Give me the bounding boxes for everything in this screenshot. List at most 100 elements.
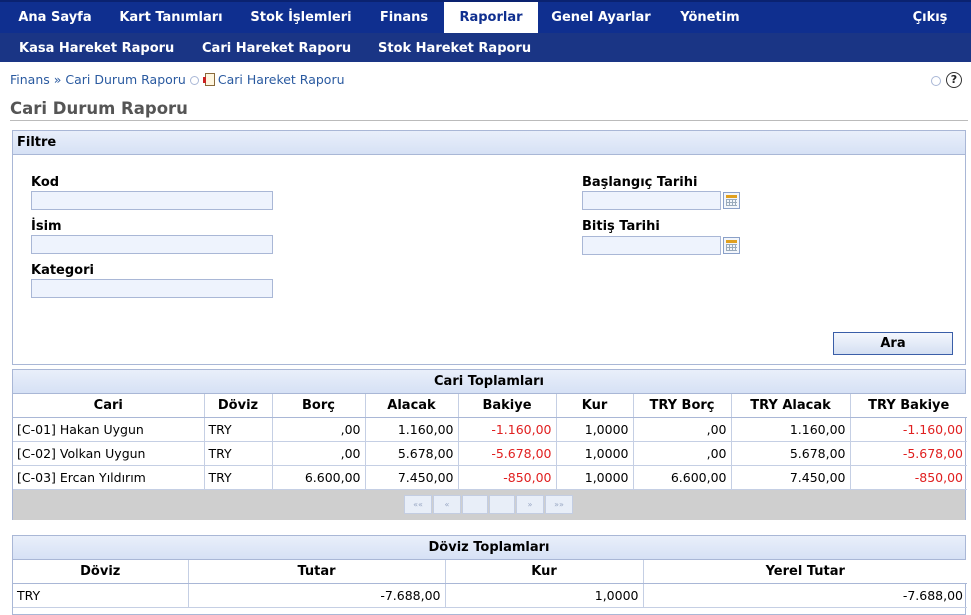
kategori-label: Kategori [31,263,94,278]
kur-cell: 1,0000 [445,583,644,608]
breadcrumb-finans[interactable]: Finans [10,72,50,87]
kur-cell: 1,0000 [556,417,634,442]
column-header[interactable]: Tutar [188,560,446,584]
calendar-icon[interactable] [723,237,740,254]
try-borc-cell: ,00 [633,441,732,466]
bitis-tarihi-input[interactable] [582,236,721,255]
column-header[interactable]: TRY Bakiye [850,394,967,418]
doviz-cell: TRY [204,441,273,466]
nav-cikis[interactable]: Çıkış [902,2,958,33]
column-header[interactable]: Cari [13,394,205,418]
column-header[interactable]: TRY Borç [633,394,732,418]
table-row[interactable]: [C-01] Hakan Uygun TRY ,00 1.160,00 -1.1… [13,417,967,442]
bitis-tarihi-label: Bitiş Tarihi [582,219,660,234]
borc-cell: 6.600,00 [272,465,366,490]
nav-raporlar[interactable]: Raporlar [444,2,538,33]
alacak-cell: 5.678,00 [365,441,459,466]
subnav-kasa-hareket-raporu[interactable]: Kasa Hareket Raporu [19,33,174,62]
column-header[interactable]: Bakiye [458,394,557,418]
page-count-field [489,494,515,514]
cari-cell: [C-02] Volkan Uygun [13,441,205,466]
calendar-icon[interactable] [723,192,740,209]
circle-icon [189,76,199,85]
kod-input[interactable] [31,191,273,210]
try-bakiye-cell: -1.160,00 [850,417,967,442]
help-icon[interactable]: ? [946,72,962,88]
isim-label: İsim [31,219,62,234]
doviz-toplamlari-table: Döviz Tutar Kur Yerel Tutar TRY -7.688,0… [13,560,967,608]
kur-cell: 1,0000 [556,465,634,490]
nav-genel-ayarlar[interactable]: Genel Ayarlar [542,2,660,33]
breadcrumb-separator: » [53,72,62,87]
cari-cell: [C-03] Ercan Yıldırım [13,465,205,490]
borc-cell: ,00 [272,441,366,466]
nav-yonetim[interactable]: Yönetim [664,2,756,33]
table-header-row: Cari Döviz Borç Alacak Bakiye Kur TRY Bo… [13,394,967,418]
alacak-cell: 1.160,00 [365,417,459,442]
page-number-field[interactable] [462,494,488,514]
try-bakiye-cell: -850,00 [850,465,967,490]
cari-cell: [C-01] Hakan Uygun [13,417,205,442]
nav-ana-sayfa[interactable]: Ana Sayfa [8,2,102,33]
doviz-cell: TRY [13,583,189,608]
kur-cell: 1,0000 [556,441,634,466]
column-header[interactable]: Kur [445,560,644,584]
kategori-input[interactable] [31,279,273,298]
table-row[interactable]: TRY -7.688,00 1,0000 -7.688,00 [13,583,967,608]
yerel-tutar-cell: -7.688,00 [643,583,967,608]
try-alacak-cell: 7.450,00 [731,465,851,490]
column-header[interactable]: Döviz [204,394,273,418]
baslangic-tarihi-label: Başlangıç Tarihi [582,175,698,190]
nav-stok-islemleri[interactable]: Stok İşlemleri [240,2,362,33]
table-row[interactable]: [C-02] Volkan Uygun TRY ,00 5.678,00 -5.… [13,441,967,466]
report-document-icon [202,73,215,86]
table-header-row: Döviz Tutar Kur Yerel Tutar [13,560,967,584]
doviz-toplamlari-panel: Döviz Toplamları Döviz Tutar Kur Yerel T… [12,535,967,615]
column-header[interactable]: Yerel Tutar [643,560,967,584]
prev-page-button[interactable]: « [433,494,461,514]
try-borc-cell: ,00 [633,417,732,442]
circle-icon [931,76,941,86]
next-page-button[interactable]: » [516,494,544,514]
try-borc-cell: 6.600,00 [633,465,732,490]
try-alacak-cell: 1.160,00 [731,417,851,442]
alacak-cell: 7.450,00 [365,465,459,490]
search-button[interactable]: Ara [833,332,953,355]
column-header[interactable]: TRY Alacak [731,394,851,418]
first-page-button[interactable]: «« [404,494,432,514]
bakiye-cell: -1.160,00 [458,417,557,442]
bakiye-cell: -850,00 [458,465,557,490]
pager-bar: «« « » »» [13,489,965,520]
cari-toplamlari-caption: Cari Toplamları [13,370,965,394]
borc-cell: ,00 [272,417,366,442]
column-header[interactable]: Kur [556,394,634,418]
breadcrumb-current: Cari Durum Raporu [65,72,186,87]
column-header[interactable]: Borç [272,394,366,418]
bakiye-cell: -5.678,00 [458,441,557,466]
breadcrumb-cari-hareket-raporu[interactable]: Cari Hareket Raporu [218,72,345,87]
page-title: Cari Durum Raporu [10,99,188,118]
doviz-cell: TRY [204,417,273,442]
title-divider [10,120,968,121]
try-bakiye-cell: -5.678,00 [850,441,967,466]
breadcrumb: Finans » Cari Durum Raporu Cari Hareket R… [10,72,345,88]
column-header[interactable]: Döviz [13,560,189,584]
isim-input[interactable] [31,235,273,254]
filter-panel-title: Filtre [13,131,965,155]
baslangic-tarihi-input[interactable] [582,191,721,210]
filter-panel: Filtre Kod İsim Kategori Başlangıç Tarih… [12,130,966,365]
doviz-cell: TRY [204,465,273,490]
column-header[interactable]: Alacak [365,394,459,418]
cari-toplamlari-table: Cari Döviz Borç Alacak Bakiye Kur TRY Bo… [13,394,967,490]
table-row[interactable]: [C-03] Ercan Yıldırım TRY 6.600,00 7.450… [13,465,967,490]
subnav-stok-hareket-raporu[interactable]: Stok Hareket Raporu [378,33,531,62]
nav-kart-tanimlari[interactable]: Kart Tanımları [106,2,236,33]
pager: «« « » »» [404,494,574,514]
kod-label: Kod [31,175,60,190]
subnav-cari-hareket-raporu[interactable]: Cari Hareket Raporu [202,33,351,62]
last-page-button[interactable]: »» [545,494,573,514]
nav-finans[interactable]: Finans [366,2,442,33]
doviz-toplamlari-caption: Döviz Toplamları [13,536,965,560]
top-navigation: Ana Sayfa Kart Tanımları Stok İşlemleri … [0,0,971,33]
try-alacak-cell: 5.678,00 [731,441,851,466]
